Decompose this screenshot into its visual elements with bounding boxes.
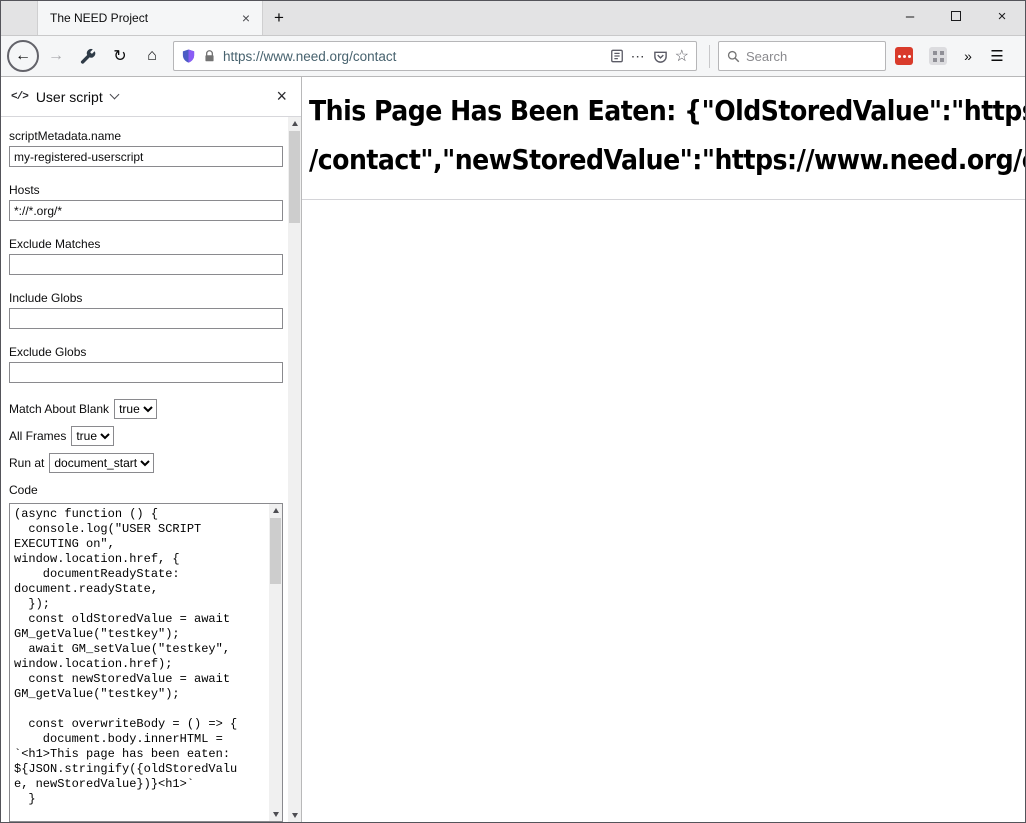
lock-icon[interactable] [203, 49, 216, 63]
browser-window: The NEED Project × + – × ← → ↻ ⌂ https:/… [0, 0, 1026, 823]
search-input[interactable] [746, 49, 877, 64]
all-frames-label: All Frames [9, 429, 66, 443]
run-at-select[interactable]: document_start [49, 453, 154, 473]
page-actions-icon[interactable]: ⋯ [631, 48, 646, 65]
page-heading-line-1: This Page Has Been Eaten: {"OldStoredVal… [309, 86, 1025, 135]
include-globs-label: Include Globs [9, 291, 283, 305]
code-editor[interactable]: (async function () { console.log("USER S… [9, 503, 283, 822]
home-button[interactable]: ⌂ [137, 41, 167, 71]
all-frames-row: All Frames true [9, 426, 283, 446]
page-content: This Page Has Been Eaten: {"OldStoredVal… [302, 77, 1025, 822]
exclude-matches-label: Exclude Matches [9, 237, 283, 251]
chevron-down-icon [109, 90, 119, 100]
userscript-form: scriptMetadata.name Hosts Exclude Matche… [1, 117, 288, 822]
match-about-blank-label: Match About Blank [9, 402, 109, 416]
include-globs-input[interactable] [9, 308, 283, 329]
overflow-chevron-icon[interactable]: » [956, 41, 980, 71]
code-text[interactable]: (async function () { console.log("USER S… [10, 504, 269, 821]
code-scrollbar[interactable] [269, 504, 282, 821]
all-frames-select[interactable]: true [71, 426, 114, 446]
sidebar-body: scriptMetadata.name Hosts Exclude Matche… [1, 117, 301, 822]
scroll-down-icon[interactable] [269, 808, 282, 821]
search-bar[interactable] [718, 41, 886, 71]
tab-active[interactable]: The NEED Project × [37, 1, 263, 35]
scroll-up-icon[interactable] [288, 117, 301, 130]
extension-icon-red[interactable] [895, 47, 913, 65]
toolbar-separator [709, 45, 710, 68]
scrollbar-thumb[interactable] [270, 518, 281, 584]
sidebar-header: </> User script × [1, 77, 301, 117]
reader-mode-icon[interactable] [610, 49, 624, 63]
script-name-input[interactable] [9, 146, 283, 167]
new-tab-button[interactable]: + [263, 1, 295, 35]
exclude-globs-input[interactable] [9, 362, 283, 383]
window-controls: – × [887, 1, 1025, 31]
run-at-row: Run at document_start [9, 453, 283, 473]
close-window-button[interactable]: × [979, 1, 1025, 31]
pocket-icon[interactable] [653, 49, 668, 64]
script-name-label: scriptMetadata.name [9, 129, 283, 143]
scrollbar-thumb[interactable] [289, 131, 300, 223]
hosts-input[interactable] [9, 200, 283, 221]
page-heading: This Page Has Been Eaten: {"OldStoredVal… [309, 86, 1025, 184]
url-bar[interactable]: https://www.need.org/contact ⋯ ☆ [173, 41, 697, 71]
extension-icon-grid[interactable] [929, 47, 947, 65]
search-icon [727, 50, 740, 63]
menu-button[interactable]: ☰ [982, 41, 1012, 71]
back-button[interactable]: ← [7, 40, 39, 72]
maximize-button[interactable] [933, 1, 979, 31]
userscript-sidebar: </> User script × scriptMetadata.name Ho… [1, 77, 302, 822]
sidebar-scrollbar[interactable] [288, 117, 301, 822]
wrench-icon[interactable] [73, 41, 103, 71]
content-area: </> User script × scriptMetadata.name Ho… [1, 77, 1025, 822]
tracking-protection-shield-icon[interactable] [181, 48, 196, 64]
match-about-blank-row: Match About Blank true [9, 399, 283, 419]
tab-close-icon[interactable]: × [236, 8, 256, 28]
content-divider [302, 199, 1025, 200]
bookmark-star-icon[interactable]: ☆ [675, 46, 689, 66]
hosts-label: Hosts [9, 183, 283, 197]
url-text[interactable]: https://www.need.org/contact [223, 49, 603, 64]
sidebar-close-button[interactable]: × [272, 86, 291, 107]
maximize-icon [951, 11, 961, 21]
exclude-matches-input[interactable] [9, 254, 283, 275]
minimize-button[interactable]: – [887, 1, 933, 31]
page-heading-line-2: /contact","newStoredValue":"https://www.… [309, 135, 1025, 184]
match-about-blank-select[interactable]: true [114, 399, 157, 419]
scroll-down-icon[interactable] [288, 809, 301, 822]
code-label: Code [9, 483, 283, 497]
code-icon: </> [11, 91, 28, 103]
tab-title: The NEED Project [50, 11, 236, 25]
navigation-toolbar: ← → ↻ ⌂ https://www.need.org/contact ⋯ ☆ [1, 36, 1025, 77]
exclude-globs-label: Exclude Globs [9, 345, 283, 359]
sidebar-title-dropdown[interactable]: User script [36, 89, 103, 105]
run-at-label: Run at [9, 456, 44, 470]
reload-button[interactable]: ↻ [105, 41, 135, 71]
scroll-up-icon[interactable] [269, 504, 282, 517]
forward-button[interactable]: → [41, 41, 71, 71]
titlebar: The NEED Project × + – × [1, 1, 1025, 36]
